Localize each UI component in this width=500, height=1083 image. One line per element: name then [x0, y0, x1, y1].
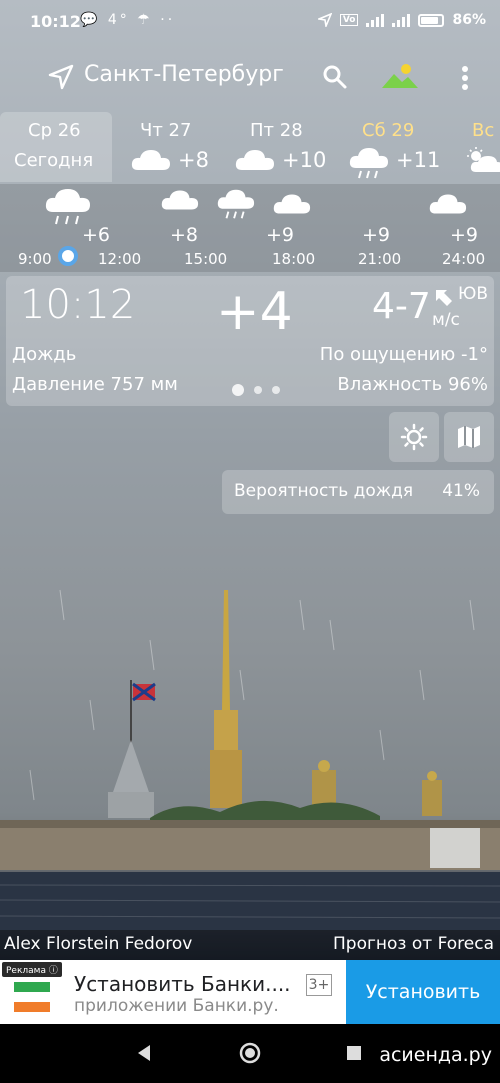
- signal-icon: [366, 13, 385, 27]
- status-right: Vo 86%: [317, 12, 486, 28]
- rain-probability-label: Вероятность дождя: [234, 481, 414, 501]
- day-temp: +11: [396, 148, 441, 172]
- background-image-icon[interactable]: [380, 62, 420, 92]
- age-rating-badge: 3+: [306, 974, 332, 996]
- wind-direction: ЮВ: [458, 284, 489, 304]
- app-logo-icon: [14, 982, 50, 1012]
- day-tab-thu[interactable]: Чт 27 +8: [126, 112, 236, 182]
- feels-like-label: По ощущению -1°: [319, 344, 488, 365]
- partly-cloudy-icon: [467, 147, 500, 172]
- cloud-icon: [429, 194, 467, 214]
- photo-author[interactable]: Alex Florstein Fedorov: [4, 934, 192, 954]
- pressure-label: Давление 757 мм: [12, 374, 178, 395]
- ad-subtitle: приложении Банки.ру.: [74, 996, 279, 1016]
- cloud-icon: [235, 150, 274, 170]
- current-time-marker: [58, 246, 78, 266]
- day-name: Чт 27: [140, 120, 192, 141]
- photo-credits: Alex Florstein Fedorov Прогноз от Foreca: [0, 930, 500, 960]
- map-icon: [458, 426, 480, 448]
- system-nav-bar: асиенда.ру: [0, 1024, 500, 1083]
- rain-cloud-icon: [349, 148, 388, 179]
- ad-banner[interactable]: Реклама ⓘ Установить Банки.... приложени…: [0, 960, 500, 1024]
- hour-temp: +9: [266, 224, 295, 246]
- wind-direction-icon: [436, 290, 452, 306]
- current-time: 10:12: [20, 282, 136, 328]
- status-time: 10:12: [30, 12, 81, 31]
- page-dot: [254, 386, 262, 394]
- volte-icon: Vo: [339, 14, 359, 26]
- day-name: Сб 29: [362, 120, 415, 141]
- rain-probability-value: 41%: [442, 481, 480, 501]
- hour-temp: +8: [170, 224, 199, 246]
- page-dot-active: [232, 384, 244, 396]
- home-icon[interactable]: [238, 1041, 262, 1065]
- location-arrow-icon: [317, 13, 332, 27]
- hour-time: 21:00: [358, 250, 402, 268]
- hour-cell: +9 18:00: [252, 184, 342, 272]
- ad-badge[interactable]: Реклама ⓘ: [2, 962, 62, 977]
- day-tab-sat[interactable]: Сб 29 +11: [346, 112, 456, 182]
- day-name: Вс: [472, 120, 495, 141]
- notification-icons: 💬 4° ☂ ··: [80, 12, 176, 28]
- install-button[interactable]: Установить: [346, 960, 500, 1024]
- current-temperature: +4: [216, 282, 293, 342]
- day-temp: +10: [282, 148, 327, 172]
- page-dot: [272, 386, 280, 394]
- top-bar: Санкт-Петербург: [0, 52, 500, 102]
- location-icon[interactable]: [48, 64, 74, 90]
- day-tabs: Ср 26 Сегодня Чт 27 +8 Пт 28 +10 Сб 29 +…: [0, 112, 500, 184]
- more-options-icon[interactable]: [458, 64, 472, 92]
- current-weather-card[interactable]: 10:12 +4 4-7 ЮВ м/с Дождь По ощущению -1…: [6, 276, 494, 406]
- hour-temp: +9: [450, 224, 479, 246]
- sun-moon-button[interactable]: [389, 412, 439, 462]
- hour-cell: +6 12:00: [80, 184, 170, 272]
- rain-probability: Вероятность дождя 41%: [222, 470, 494, 514]
- hour-temp: +9: [362, 224, 391, 246]
- back-icon[interactable]: [136, 1044, 152, 1062]
- rain-cloud-icon: [217, 189, 255, 219]
- signal-icon-2: [392, 13, 411, 27]
- city-name[interactable]: Санкт-Петербург: [84, 62, 284, 87]
- day-tab-fri[interactable]: Пт 28 +10: [234, 112, 344, 182]
- hourly-forecast[interactable]: 9:00 +6 12:00 +8 15:00 +9 18:00 +9 21:00…: [0, 184, 500, 272]
- battery-level: 86%: [452, 12, 486, 28]
- hour-time: 24:00: [442, 250, 486, 268]
- hour-temp: +6: [82, 224, 111, 246]
- hour-time: 18:00: [272, 250, 316, 268]
- hour-time: 12:00: [98, 250, 142, 268]
- watermark: асиенда.ру: [379, 1044, 492, 1066]
- hour-time: 9:00: [18, 250, 52, 268]
- day-name: Ср 26: [28, 120, 81, 141]
- wind-speed: 4-7: [372, 286, 431, 327]
- cloud-icon: [131, 150, 170, 170]
- map-button[interactable]: [444, 412, 494, 462]
- recents-icon[interactable]: [346, 1045, 362, 1061]
- day-tab-sun[interactable]: Вс: [462, 112, 500, 182]
- ad-title[interactable]: Установить Банки....: [74, 972, 291, 996]
- forecast-provider[interactable]: Прогноз от Foreca: [333, 934, 494, 954]
- day-temp: +8: [178, 148, 209, 172]
- humidity-label: Влажность 96%: [337, 374, 488, 395]
- day-name: Пт 28: [250, 120, 303, 141]
- condition-label: Дождь: [12, 344, 77, 365]
- background-photo: [0, 589, 500, 930]
- day-tab-today[interactable]: Ср 26 Сегодня: [0, 112, 112, 182]
- hour-cell: +9 24:00: [410, 184, 500, 272]
- search-icon[interactable]: [322, 64, 348, 90]
- status-bar: 10:12 💬 4° ☂ ·· Vo 86%: [0, 0, 500, 44]
- battery-icon: [418, 13, 445, 27]
- hour-cell: 9:00: [0, 184, 90, 272]
- day-today-label: Сегодня: [14, 150, 94, 171]
- cloud-icon: [273, 194, 311, 214]
- page-indicator: [232, 384, 280, 396]
- sun-icon: [400, 423, 428, 451]
- cloud-icon: [161, 190, 199, 210]
- wind-unit: м/с: [432, 310, 460, 330]
